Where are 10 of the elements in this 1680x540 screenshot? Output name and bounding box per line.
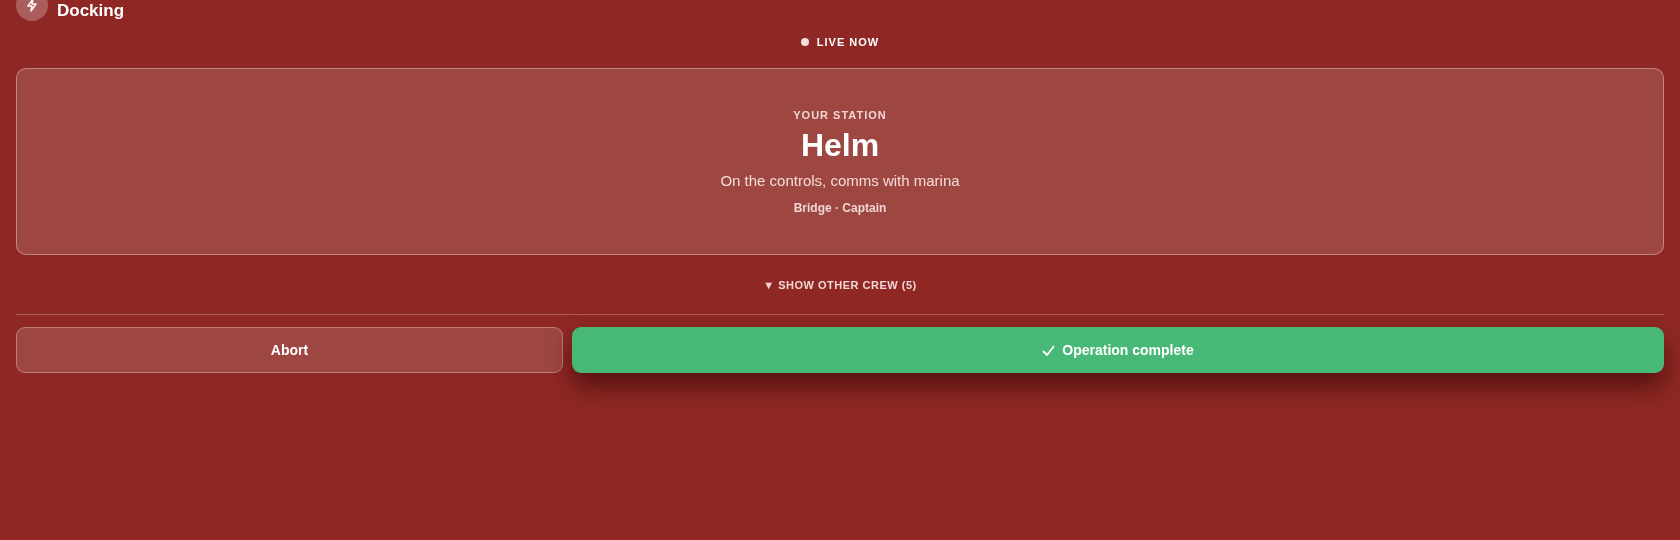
page-title: Docking [57, 1, 125, 21]
station-meta: Bridge · Captain [793, 200, 887, 215]
live-dot-icon [800, 38, 809, 46]
station-name: Helm [800, 126, 880, 164]
abort-button[interactable]: Abort [16, 327, 563, 373]
station-description: On the controls, comms with marina [720, 171, 960, 189]
live-label: LIVE NOW [816, 36, 880, 48]
station-eyebrow: YOUR STATION [793, 108, 887, 121]
show-crew-toggle[interactable]: ▼ SHOW OTHER CREW (5) [757, 278, 923, 292]
check-icon [1042, 344, 1056, 356]
